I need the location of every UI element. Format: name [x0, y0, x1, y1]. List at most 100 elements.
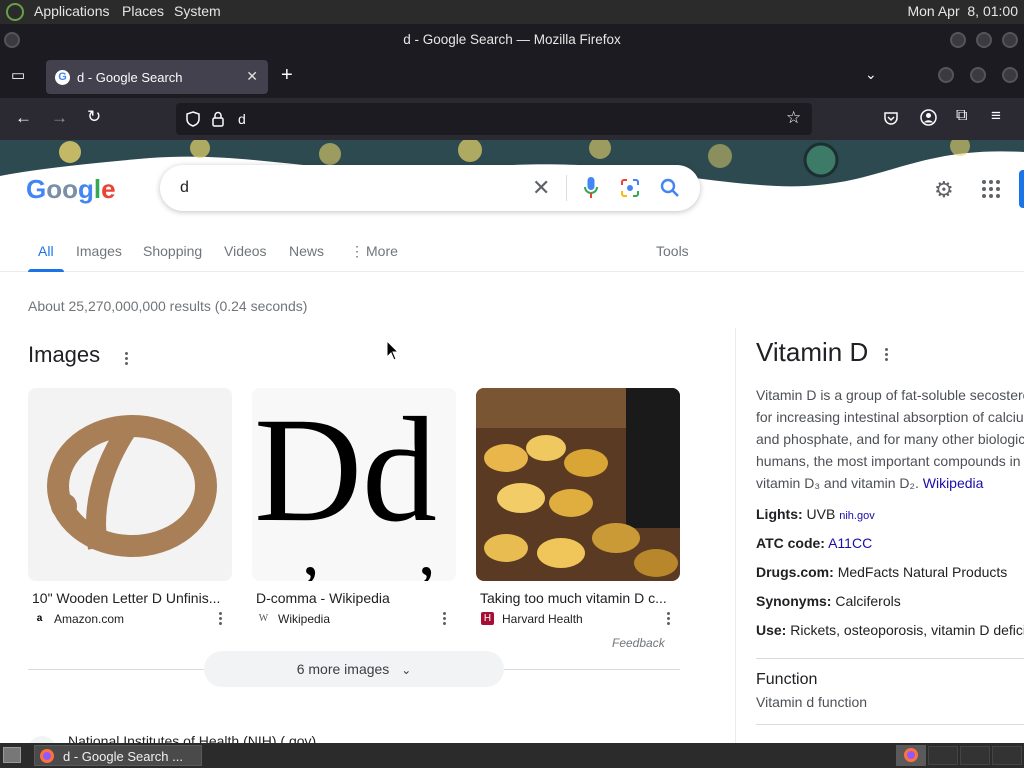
- back-icon[interactable]: ←: [15, 108, 32, 128]
- voice-search-icon[interactable]: [584, 177, 598, 199]
- settings-gear-icon[interactable]: ⚙: [934, 177, 954, 203]
- window-menu-icon[interactable]: [4, 32, 20, 48]
- workspace-2[interactable]: [928, 746, 958, 765]
- active-tab-indicator: [28, 269, 64, 272]
- image-caption[interactable]: 10" Wooden Letter D Unfinis...: [32, 590, 228, 606]
- search-box[interactable]: d ✕: [160, 165, 700, 211]
- atc-value-link[interactable]: A11CC: [828, 535, 872, 551]
- tab-shopping[interactable]: Shopping: [143, 243, 202, 259]
- image-caption[interactable]: D-comma - Wikipedia: [256, 590, 452, 606]
- pocket-icon[interactable]: [883, 110, 899, 126]
- atc-label: ATC code:: [756, 535, 825, 551]
- address-bar[interactable]: d ☆: [176, 103, 812, 135]
- function-subtitle[interactable]: Vitamin d function: [756, 694, 867, 710]
- url-text: d: [238, 111, 246, 127]
- tab-images[interactable]: Images: [76, 243, 122, 259]
- bookmark-star-icon[interactable]: ☆: [786, 108, 801, 128]
- knowledge-panel-description: Vitamin D is a group of fat-soluble seco…: [756, 384, 1024, 494]
- kp-drugs-row: Drugs.com: MedFacts Natural Products: [756, 564, 1007, 580]
- workspace-4[interactable]: [992, 746, 1022, 765]
- images-more-options-icon[interactable]: [125, 352, 129, 367]
- show-desktop-icon[interactable]: [3, 747, 21, 763]
- lens-search-icon[interactable]: [620, 178, 640, 198]
- wikipedia-link[interactable]: Wikipedia: [923, 475, 984, 491]
- knowledge-panel-title: Vitamin D: [756, 337, 869, 367]
- new-tab-icon[interactable]: +: [281, 64, 293, 87]
- window-control-dot-icon: [938, 67, 954, 83]
- system-top-panel: Applications Places System Mon Apr 8, 01…: [0, 0, 1024, 24]
- window-control-dot-icon: [970, 67, 986, 83]
- clock[interactable]: Mon Apr 8, 01:00: [907, 3, 1018, 19]
- tab-more[interactable]: More: [366, 243, 398, 259]
- workspace-1[interactable]: [896, 745, 926, 766]
- minimize-icon[interactable]: [950, 32, 966, 48]
- nih-favicon-icon: [28, 736, 56, 743]
- clear-search-icon[interactable]: ✕: [532, 175, 550, 201]
- kp-use-row: Use: Rickets, osteoporosis, vitamin D de…: [756, 622, 1024, 638]
- places-menu[interactable]: Places: [122, 3, 164, 19]
- maximize-icon[interactable]: [976, 32, 992, 48]
- lock-icon[interactable]: [212, 111, 224, 127]
- extensions-icon[interactable]: ⧉: [956, 107, 967, 125]
- image-source[interactable]: Amazon.com: [54, 612, 124, 626]
- shield-icon[interactable]: [186, 111, 200, 127]
- image-caption[interactable]: Taking too much vitamin D c...: [480, 590, 676, 606]
- description-line: for increasing intestinal absorption of …: [756, 409, 1024, 425]
- mouse-cursor-icon: [386, 340, 400, 361]
- svg-text:,: ,: [418, 513, 436, 581]
- function-heading[interactable]: Function: [756, 671, 817, 689]
- sign-in-button[interactable]: [1019, 170, 1024, 208]
- tab-news[interactable]: News: [289, 243, 324, 259]
- image-more-options-icon[interactable]: [667, 612, 671, 627]
- firefox-icon: [40, 749, 54, 763]
- kp-divider: [756, 658, 1024, 659]
- tab-title: d - Google Search: [77, 70, 183, 85]
- use-value: Rickets, osteoporosis, vitamin D defici: [790, 622, 1024, 638]
- knowledge-panel-options-icon[interactable]: [885, 348, 889, 363]
- tab-all[interactable]: All: [38, 243, 54, 259]
- taskbar-window-button[interactable]: d - Google Search ...: [34, 745, 202, 766]
- image-source[interactable]: Harvard Health: [502, 612, 583, 626]
- lights-value: UVB: [806, 506, 836, 522]
- distro-logo-icon[interactable]: [6, 3, 24, 21]
- lights-label: Lights:: [756, 506, 803, 522]
- search-submit-icon[interactable]: [660, 178, 680, 198]
- tab-strip: ▭ G d - Google Search ✕ + ⌄: [0, 56, 1024, 98]
- browser-tab[interactable]: G d - Google Search ✕: [46, 60, 268, 94]
- result-site-name[interactable]: National Institutes of Health (NIH) (.go…: [68, 733, 316, 743]
- image-result-wooden-letter[interactable]: [28, 388, 232, 581]
- google-logo[interactable]: Google: [26, 174, 118, 206]
- account-icon[interactable]: [920, 109, 937, 126]
- synonyms-label: Synonyms:: [756, 593, 832, 609]
- use-label: Use:: [756, 622, 787, 638]
- lights-source-link[interactable]: nih.gov: [839, 510, 874, 522]
- window-control-dot-icon: [1002, 67, 1018, 83]
- close-window-icon[interactable]: [1002, 32, 1018, 48]
- more-vertical-dots-icon[interactable]: ⋮: [350, 243, 364, 260]
- image-more-options-icon[interactable]: [443, 612, 447, 627]
- tab-videos[interactable]: Videos: [224, 243, 267, 259]
- forward-icon[interactable]: →: [51, 108, 68, 128]
- applications-menu[interactable]: Applications: [34, 3, 110, 19]
- description-line: vitamin D₃ and vitamin D₂. Wikipedia: [756, 472, 1024, 494]
- tab-close-icon[interactable]: ✕: [246, 68, 258, 85]
- chevron-down-icon: ⌄: [401, 663, 412, 677]
- image-more-options-icon[interactable]: [219, 612, 223, 627]
- amazon-favicon-icon: a: [36, 613, 43, 624]
- image-source[interactable]: Wikipedia: [278, 612, 330, 626]
- search-input[interactable]: d: [180, 179, 189, 197]
- system-menu[interactable]: System: [174, 3, 221, 19]
- search-box-divider: [566, 175, 567, 201]
- image-result-d-comma[interactable]: D d , ,: [252, 388, 456, 581]
- reload-icon[interactable]: ↻: [87, 107, 101, 127]
- feedback-link[interactable]: Feedback: [612, 636, 665, 650]
- tools-button[interactable]: Tools: [656, 243, 689, 259]
- web-page: Google d ✕ ⚙ All Images Shopping Videos …: [0, 140, 1024, 743]
- more-images-button[interactable]: 6 more images ⌄: [204, 651, 504, 687]
- workspace-3[interactable]: [960, 746, 990, 765]
- list-tabs-chevron-icon[interactable]: ⌄: [865, 66, 877, 83]
- drugs-label: Drugs.com:: [756, 564, 834, 580]
- image-result-vitamin-d[interactable]: [476, 388, 680, 581]
- firefox-view-icon[interactable]: ▭: [11, 66, 25, 84]
- app-menu-icon[interactable]: ≡: [991, 106, 1001, 126]
